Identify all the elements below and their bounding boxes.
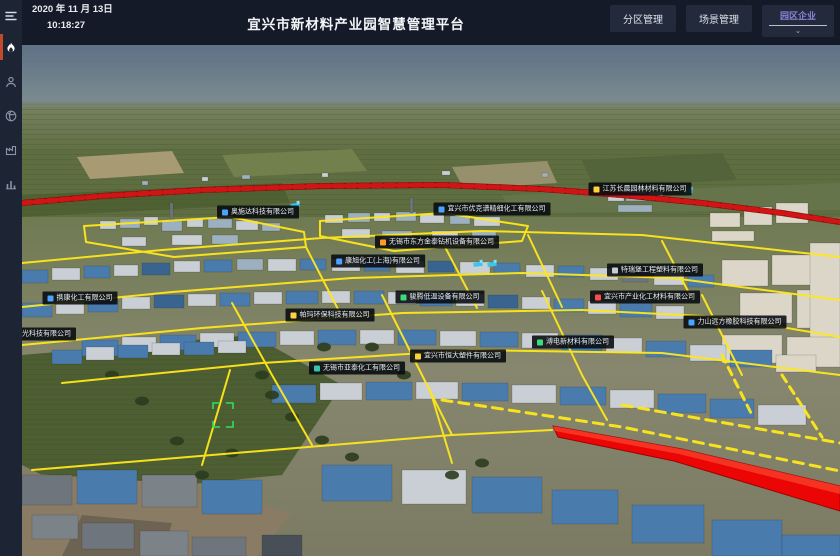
company-marker-icon bbox=[336, 258, 342, 264]
company-marker-icon bbox=[595, 294, 601, 300]
company-label-text: 宜兴市优克谱精细化工有限公司 bbox=[448, 206, 546, 213]
map-3d-viewport[interactable]: 奥施达科技有限公司 宜兴市优克谱精细化工有限公司无锡市东方金泰钻机设备有限公司康旭… bbox=[22, 45, 840, 556]
company-label[interactable]: 无锡市东方金泰钻机设备有限公司 bbox=[375, 236, 499, 249]
company-marker-icon bbox=[612, 267, 618, 273]
chevron-down-icon: ⌄ bbox=[768, 27, 828, 35]
zone-management-button[interactable]: 分区管理 bbox=[610, 5, 676, 32]
company-marker-icon bbox=[380, 239, 386, 245]
company-label-text: 康旭化工(上海)有限公司 bbox=[345, 258, 420, 265]
company-marker-icon bbox=[439, 206, 445, 212]
page-title: 宜兴市新材料产业园智慧管理平台 bbox=[22, 13, 690, 33]
company-marker-icon bbox=[594, 186, 600, 192]
fire-icon[interactable] bbox=[0, 36, 22, 60]
company-label[interactable]: 江苏长晨园林材料有限公司 bbox=[589, 183, 692, 196]
company-label-text: 奥施达科技有限公司 bbox=[231, 209, 294, 216]
company-label[interactable]: 奥施达科技有限公司 bbox=[217, 206, 299, 219]
smart-park-platform: 2020 年 11 月 13日 10:18:27 宜兴市新材料产业园智慧管理平台… bbox=[0, 0, 840, 556]
company-label[interactable]: 骏腾低温设备有限公司 bbox=[396, 291, 485, 304]
sidebar bbox=[0, 0, 22, 556]
company-label-text: 无锡市亚泰化工有限公司 bbox=[323, 365, 400, 372]
company-label-text: 力山远方橡胶科技有限公司 bbox=[698, 319, 782, 326]
distant-terrain bbox=[22, 101, 840, 155]
company-label-text: 特瑞堡工程塑料有限公司 bbox=[621, 267, 698, 274]
company-marker-icon bbox=[537, 339, 543, 345]
menu-icon[interactable] bbox=[0, 4, 22, 28]
top-header: 2020 年 11 月 13日 10:18:27 宜兴市新材料产业园智慧管理平台… bbox=[22, 0, 840, 45]
company-marker-icon bbox=[48, 295, 54, 301]
company-marker-icon bbox=[314, 365, 320, 371]
company-label[interactable]: 帕玛环保科技有限公司 bbox=[286, 309, 375, 322]
scene-management-button[interactable]: 场景管理 bbox=[686, 5, 752, 32]
header-actions: 分区管理 场景管理 园区企业 ⌄ bbox=[610, 5, 834, 37]
company-label-text: 骏腾低温设备有限公司 bbox=[410, 294, 480, 301]
user-icon[interactable] bbox=[0, 70, 22, 94]
company-marker-icon bbox=[222, 209, 228, 215]
company-label-text: 无锡市东方金泰钻机设备有限公司 bbox=[389, 239, 494, 246]
company-label[interactable]: 宜兴市恒大塑件有限公司 bbox=[410, 350, 506, 363]
company-marker-icon bbox=[415, 353, 421, 359]
company-label[interactable]: 力山远方橡胶科技有限公司 bbox=[684, 316, 787, 329]
company-marker-icon bbox=[401, 294, 407, 300]
company-label-text: 溥电新材料有限公司 bbox=[546, 339, 609, 346]
company-label[interactable]: 特瑞堡工程塑料有限公司 bbox=[607, 264, 703, 277]
company-label[interactable]: 康旭化工(上海)有限公司 bbox=[331, 255, 425, 268]
company-marker-icon bbox=[689, 319, 695, 325]
sky-haze bbox=[22, 45, 840, 107]
compass-icon[interactable] bbox=[0, 104, 22, 128]
company-label[interactable]: 携康化工有限公司 bbox=[43, 292, 118, 305]
company-label-text: 宜兴市恒大塑件有限公司 bbox=[424, 353, 501, 360]
bar-chart-icon[interactable] bbox=[0, 172, 22, 196]
company-label-text: 帕玛环保科技有限公司 bbox=[300, 312, 370, 319]
company-marker-icon bbox=[291, 312, 297, 318]
company-label[interactable]: 无锡市亚泰化工有限公司 bbox=[309, 362, 405, 375]
company-label[interactable]: 宜兴市产业化工材料有限公司 bbox=[590, 291, 700, 304]
company-label-text: 宜兴市汉光科技有限公司 bbox=[22, 331, 71, 338]
factory-icon[interactable] bbox=[0, 138, 22, 162]
company-label[interactable]: 溥电新材料有限公司 bbox=[532, 336, 614, 349]
dropdown-label: 园区企业 bbox=[768, 9, 828, 22]
company-label-text: 江苏长晨园林材料有限公司 bbox=[603, 186, 687, 193]
company-label[interactable]: 宜兴市优克谱精细化工有限公司 bbox=[434, 203, 551, 216]
company-label-text: 携康化工有限公司 bbox=[57, 295, 113, 302]
park-enterprise-dropdown[interactable]: 园区企业 ⌄ bbox=[762, 5, 834, 37]
company-label-text: 宜兴市产业化工材料有限公司 bbox=[604, 294, 695, 301]
company-label[interactable]: 宜兴市汉光科技有限公司 bbox=[22, 328, 76, 341]
